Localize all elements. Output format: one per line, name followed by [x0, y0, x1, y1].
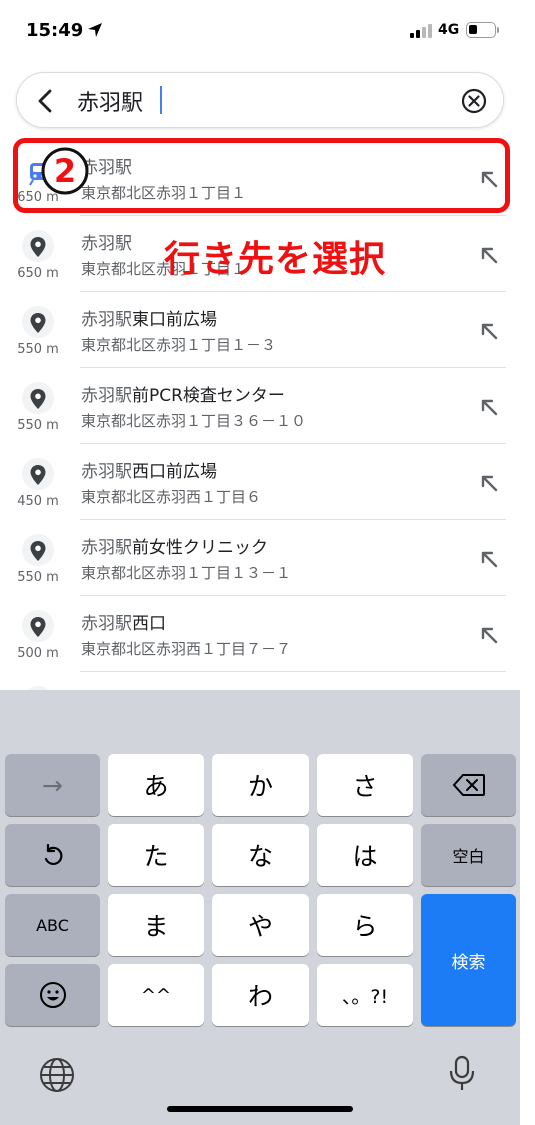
microphone-icon[interactable]: [443, 1054, 481, 1092]
result-distance: 550 m: [17, 342, 59, 357]
key-wa[interactable]: わ: [212, 964, 309, 1026]
result-address: 東京都北区赤羽西１丁目６: [81, 488, 262, 506]
result-address: 東京都北区赤羽１丁目３６－１０: [81, 412, 307, 430]
result-row[interactable]: 500 m 赤羽駅西口 東京都北区赤羽西１丁目７－７: [0, 596, 520, 672]
result-title: 赤羽駅西口前広場: [81, 462, 217, 482]
result-address: 東京都北区赤羽西１丁目７－７: [81, 640, 292, 658]
fill-query-arrow-icon[interactable]: [476, 622, 502, 648]
fill-query-arrow-icon[interactable]: [476, 318, 502, 344]
search-bar: [16, 72, 504, 128]
result-distance: 550 m: [17, 570, 59, 585]
battery-icon: [466, 22, 496, 38]
result-row[interactable]: 550 m 赤羽駅前PCR検査センター 東京都北区赤羽１丁目３６－１０: [0, 368, 520, 444]
key-ta[interactable]: た: [108, 824, 204, 886]
search-results-list: 650 m 赤羽駅 東京都北区赤羽１丁目１ 650 m 赤羽駅 東京都北区赤羽１…: [0, 140, 520, 690]
key-space[interactable]: 空白: [421, 824, 516, 886]
fill-query-arrow-icon[interactable]: [476, 546, 502, 572]
result-distance: 550 m: [17, 418, 59, 433]
result-title: 赤羽駅前女性クリニック: [81, 538, 268, 558]
key-ra[interactable]: ら: [317, 894, 413, 956]
map-pin-icon: [22, 610, 54, 642]
key-dakuten[interactable]: ^^: [108, 964, 204, 1026]
fill-query-arrow-icon[interactable]: [476, 470, 502, 496]
backspace-icon: [452, 774, 485, 796]
keyboard: → あ か さ た な は 空白 ABC ま や ら 検索 ^^ わ 、。?!: [0, 690, 520, 1125]
map-pin-icon: [22, 306, 54, 338]
map-pin-icon: [22, 458, 54, 490]
result-distance: 450 m: [17, 494, 59, 509]
result-title: 赤羽駅: [81, 234, 132, 254]
map-pin-icon: [22, 382, 54, 414]
fill-query-arrow-icon[interactable]: [476, 394, 502, 420]
result-row[interactable]: 450 m 赤羽駅西口前広場 東京都北区赤羽西１丁目６: [0, 444, 520, 520]
key-punctuation[interactable]: 、。?!: [317, 964, 413, 1026]
key-ya[interactable]: や: [212, 894, 309, 956]
key-sa[interactable]: さ: [317, 754, 413, 816]
key-ha[interactable]: は: [317, 824, 413, 886]
globe-icon[interactable]: [38, 1056, 76, 1094]
map-pin-icon: [22, 230, 54, 262]
key-a[interactable]: あ: [108, 754, 204, 816]
key-na[interactable]: な: [212, 824, 309, 886]
undo-icon: [44, 843, 62, 866]
key-next-arrow[interactable]: →: [5, 754, 100, 816]
network-type: 4G: [438, 22, 460, 38]
emoji-icon: [39, 982, 66, 1008]
search-input[interactable]: [77, 86, 457, 116]
result-title: 赤羽駅西口: [81, 614, 166, 634]
key-emoji[interactable]: [5, 964, 100, 1026]
key-delete[interactable]: [421, 754, 516, 816]
callout-text: 行き先を選択: [164, 239, 387, 280]
result-row[interactable]: 550 m 赤羽駅前女性クリニック 東京都北区赤羽１丁目１３－１: [0, 520, 520, 596]
key-ka[interactable]: か: [212, 754, 309, 816]
step-number: 2: [53, 152, 77, 190]
result-row[interactable]: 550 m 赤羽駅東口前広場 東京都北区赤羽１丁目１－３: [0, 292, 520, 368]
key-undo[interactable]: [5, 824, 100, 886]
fill-query-arrow-icon[interactable]: [476, 242, 502, 268]
text-caret: [160, 86, 162, 114]
map-pin-icon: [22, 534, 54, 566]
result-title: 赤羽駅前PCR検査センター: [81, 386, 285, 406]
key-search[interactable]: 検索: [421, 894, 516, 1026]
result-address: 東京都北区赤羽１丁目１３－１: [81, 564, 292, 582]
key-ma[interactable]: ま: [108, 894, 204, 956]
clear-search-icon[interactable]: [460, 87, 488, 115]
back-arrow-icon[interactable]: [31, 86, 61, 116]
status-time: 15:49: [26, 20, 84, 41]
status-bar: 15:49 4G: [0, 0, 535, 62]
location-arrow-icon: [88, 23, 102, 37]
result-address: 東京都北区赤羽１丁目１－３: [81, 336, 277, 354]
result-distance: 500 m: [17, 646, 59, 661]
result-distance: 650 m: [17, 266, 59, 281]
key-abc[interactable]: ABC: [5, 894, 100, 956]
result-title: 赤羽駅東口前広場: [81, 310, 217, 330]
home-indicator: [167, 1106, 353, 1112]
cell-signal-icon: [410, 24, 434, 38]
